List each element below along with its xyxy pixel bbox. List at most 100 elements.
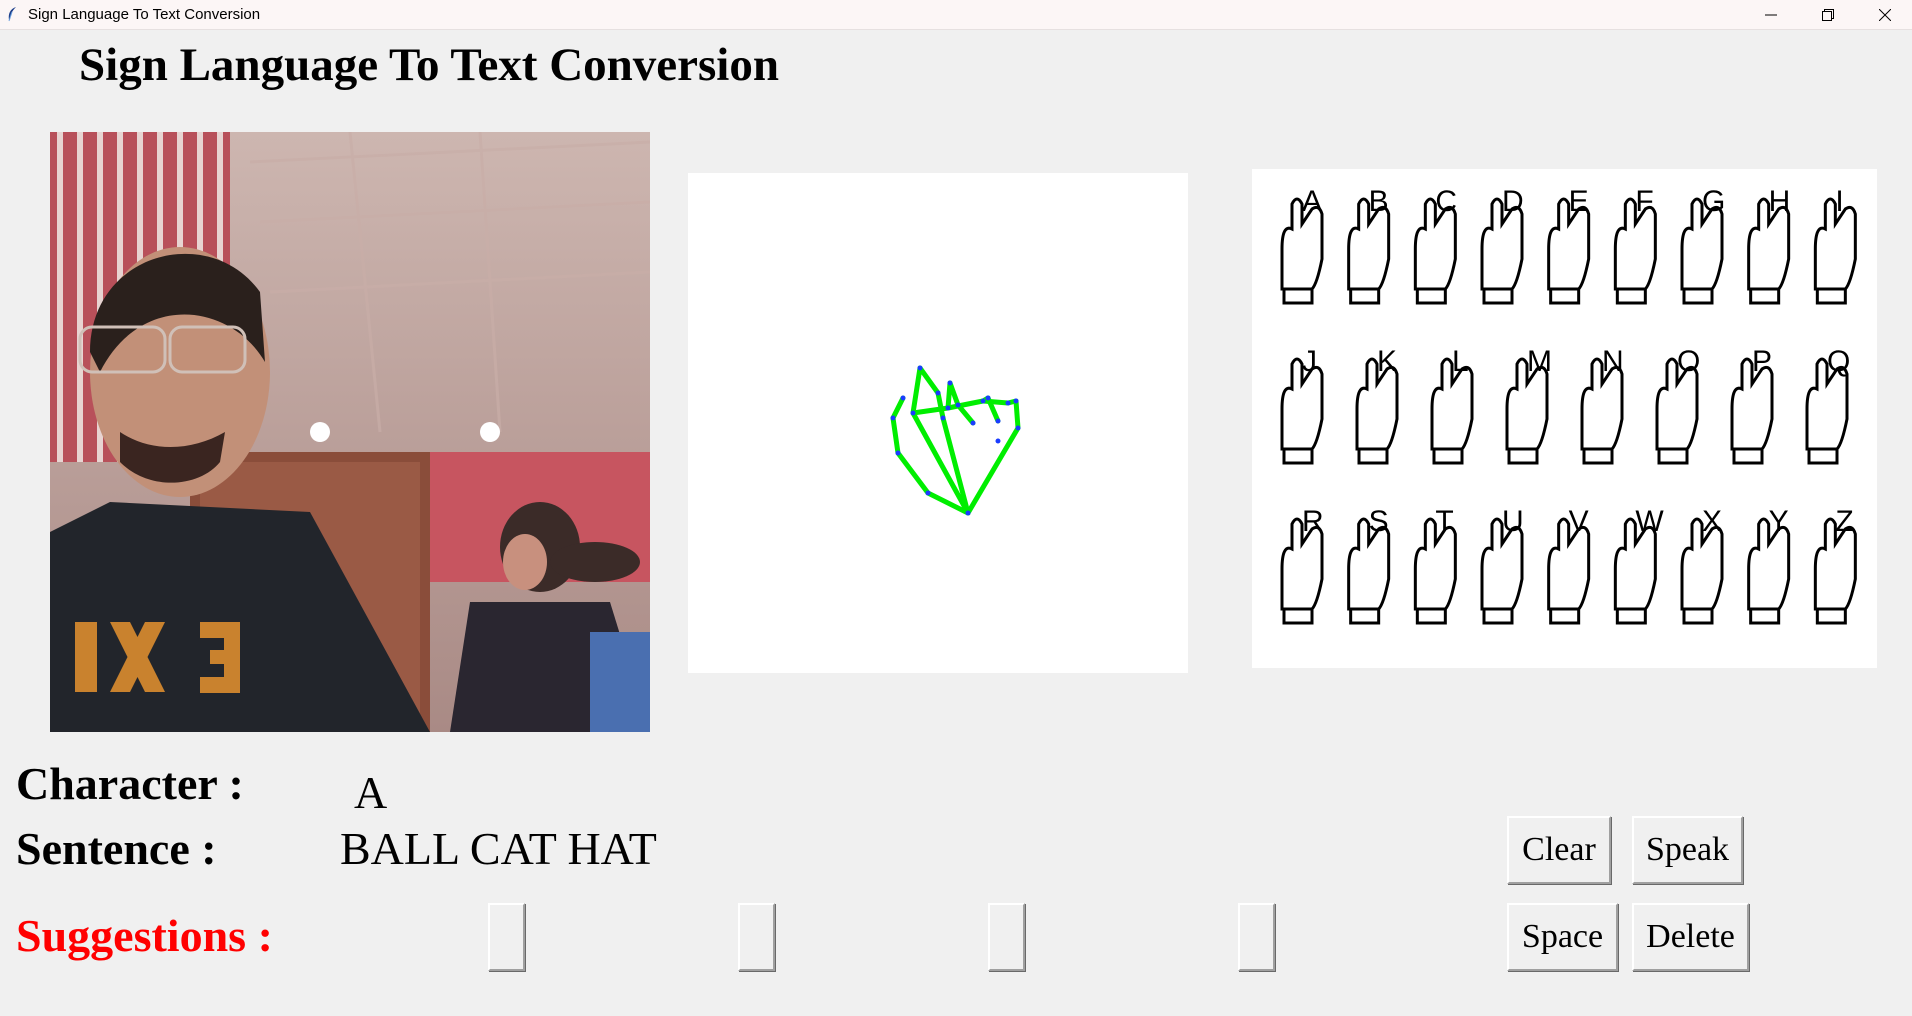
- character-value: A: [354, 767, 388, 818]
- skeleton-joint-i4: [940, 415, 946, 421]
- asl-letter-f: F: [1635, 185, 1653, 218]
- suggestion-button-3[interactable]: [988, 903, 1025, 971]
- asl-chart-drawing: A B C D E F G H I J K L M N O P Q R S T U V W X Y Z: [1280, 185, 1857, 625]
- asl-sign-s: S: [1347, 505, 1391, 625]
- asl-sign-h: H: [1747, 185, 1791, 305]
- skeleton-bone-1: [895, 450, 931, 496]
- asl-letter-v: V: [1569, 505, 1589, 538]
- asl-letter-i: I: [1835, 185, 1843, 218]
- asl-letter-p: P: [1752, 345, 1772, 378]
- asl-sign-n: N: [1580, 345, 1624, 465]
- space-button[interactable]: Space: [1507, 903, 1618, 971]
- asl-sign-x: X: [1680, 505, 1724, 625]
- asl-letter-a: A: [1302, 185, 1322, 218]
- skeleton-joint-m3: [955, 402, 961, 408]
- minimize-icon: [1764, 14, 1777, 15]
- asl-letter-z: Z: [1835, 505, 1853, 538]
- skeleton-bone-19: [940, 415, 971, 516]
- asl-sign-a: A: [1280, 185, 1324, 305]
- asl-letter-c: C: [1435, 185, 1457, 218]
- asl-sign-f: F: [1613, 185, 1657, 305]
- asl-letter-m: M: [1527, 345, 1552, 378]
- asl-letter-j: J: [1302, 345, 1317, 378]
- skeleton-joint-m4: [970, 420, 976, 426]
- skeleton-bone-3: [890, 395, 906, 421]
- skeleton-bone-17: [1013, 398, 1021, 431]
- asl-letter-h: H: [1769, 185, 1791, 218]
- asl-sign-i: I: [1813, 185, 1857, 305]
- asl-letter-u: U: [1502, 505, 1524, 538]
- asl-letter-r: R: [1302, 505, 1324, 538]
- asl-letter-n: N: [1602, 345, 1624, 378]
- clear-button[interactable]: Clear: [1507, 816, 1611, 884]
- skeleton-joint-t2: [895, 450, 901, 456]
- asl-sign-q: Q: [1805, 345, 1850, 465]
- skeleton-bone-5: [910, 365, 923, 416]
- skeleton-joint-t1: [925, 490, 931, 496]
- skeleton-joint-w: [965, 510, 971, 516]
- restore-button[interactable]: [1799, 0, 1856, 29]
- skeleton-joint-r3: [995, 418, 1001, 424]
- asl-sign-b: B: [1347, 185, 1391, 305]
- delete-button[interactable]: Delete: [1632, 903, 1749, 971]
- asl-sign-j: J: [1280, 345, 1324, 465]
- asl-letter-l: L: [1452, 345, 1469, 378]
- page-title: Sign Language To Text Conversion: [79, 39, 779, 91]
- asl-letter-d: D: [1502, 185, 1524, 218]
- asl-letter-t: T: [1435, 505, 1453, 538]
- asl-sign-k: K: [1355, 345, 1399, 465]
- asl-sign-d: D: [1480, 185, 1524, 305]
- restore-icon: [1821, 8, 1834, 21]
- asl-letter-b: B: [1369, 185, 1389, 218]
- suggestion-button-1[interactable]: [488, 903, 525, 971]
- asl-sign-v: V: [1547, 505, 1591, 625]
- skeleton-bone-7: [935, 390, 946, 421]
- close-icon: [1878, 8, 1891, 21]
- asl-sign-c: C: [1413, 185, 1457, 305]
- skeleton-joint-t4: [900, 395, 906, 401]
- asl-letter-o: O: [1677, 345, 1700, 378]
- hand-skeleton-panel: [688, 173, 1188, 673]
- asl-letter-s: S: [1369, 505, 1389, 538]
- suggestion-button-4[interactable]: [1238, 903, 1275, 971]
- asl-alphabet-chart: A B C D E F G H I J K L M N O P Q R S T U V W X Y Z: [1252, 169, 1877, 668]
- speak-button[interactable]: Speak: [1632, 816, 1743, 884]
- skeleton-joint-p2: [1013, 398, 1019, 404]
- suggestion-button-2[interactable]: [738, 903, 775, 971]
- skeleton-joint-p1: [1005, 400, 1011, 406]
- asl-letter-e: E: [1569, 185, 1589, 218]
- asl-sign-t: T: [1413, 505, 1457, 625]
- skeleton-bone-18: [965, 425, 1021, 516]
- skeleton-joint-r1: [980, 398, 986, 404]
- asl-sign-z: Z: [1813, 505, 1857, 625]
- asl-letter-w: W: [1635, 505, 1664, 538]
- asl-sign-g: G: [1680, 185, 1725, 305]
- asl-sign-l: L: [1430, 345, 1474, 465]
- close-button[interactable]: [1856, 0, 1912, 29]
- window-title: Sign Language To Text Conversion: [28, 6, 261, 23]
- skeleton-joint-p3: [1015, 425, 1021, 431]
- hand-skeleton-drawing: [890, 365, 1021, 516]
- sentence-value: BALL CAT HAT: [340, 823, 657, 874]
- skeleton-bone-2: [890, 415, 901, 456]
- asl-sign-u: U: [1480, 505, 1524, 625]
- asl-letter-g: G: [1702, 185, 1725, 218]
- asl-sign-r: R: [1280, 505, 1324, 625]
- asl-sign-p: P: [1730, 345, 1774, 465]
- asl-sign-o: O: [1655, 345, 1700, 465]
- asl-letter-y: Y: [1769, 505, 1789, 538]
- skeleton-joint-m1: [945, 405, 951, 411]
- suggestions-label: Suggestions :: [16, 910, 273, 961]
- skeleton-joint-m2: [947, 380, 953, 386]
- skeleton-joint-t3: [890, 415, 896, 421]
- feather-app-icon: [8, 7, 16, 22]
- skeleton-joint-i2: [917, 365, 923, 371]
- minimize-button[interactable]: [1742, 0, 1799, 29]
- asl-sign-m: M: [1505, 345, 1552, 465]
- sentence-label: Sentence :: [16, 823, 217, 874]
- asl-letter-q: Q: [1827, 345, 1850, 378]
- asl-letter-x: X: [1702, 505, 1722, 538]
- skeleton-joint-i1: [910, 410, 916, 416]
- skeleton-bone-15: [980, 398, 1011, 406]
- window-titlebar: Sign Language To Text Conversion: [0, 0, 1912, 30]
